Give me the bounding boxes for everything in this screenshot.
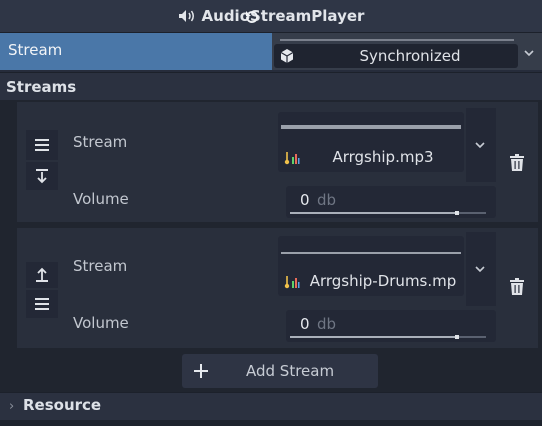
chevron-right-icon: › [9,399,15,414]
volume-slider-fill [290,212,457,214]
volume-label: Volume [73,190,129,208]
volume-unit: db [317,191,337,209]
arrow-up-icon[interactable] [26,262,58,288]
inspector-panel: AudioStreamPlayer Stream Synchronized St… [0,0,542,426]
volume-slider-fill [290,336,457,338]
add-stream-label: Add Stream [246,362,335,380]
trash-icon[interactable] [507,278,527,300]
streams-section-header: Streams [0,72,542,100]
arrow-down-icon[interactable] [26,162,58,190]
stream-property-label: Stream [0,33,272,70]
resource-section-header[interactable]: › Resource [0,392,542,420]
speaker-icon [178,9,196,23]
resource-dropdown-button[interactable] [466,232,496,306]
volume-slider-grabber[interactable] [454,335,459,339]
volume-value: 0 [300,315,310,333]
audio-file-icon [284,150,300,170]
waveform-preview [281,125,461,129]
add-stream-button[interactable]: Add Stream [182,354,378,388]
stream-resource-picker[interactable]: Arrgship.mp3 [278,112,464,172]
menu-icon[interactable] [26,130,58,160]
stream-resource-value: Synchronized [359,47,461,65]
plus-icon [192,362,210,384]
cube-icon [279,48,295,68]
volume-slider-grabber[interactable] [454,211,459,215]
chevron-down-icon [474,136,486,155]
trash-icon[interactable] [507,154,527,176]
chevron-down-icon[interactable] [523,44,535,63]
stream-label: Stream [73,133,128,151]
resource-section-title: Resource [23,396,102,414]
panel-bottom-edge [0,420,542,426]
volume-slider-track[interactable] [290,335,486,339]
volume-label: Volume [73,314,129,332]
volume-slider-track[interactable] [290,211,486,215]
stream-label: Stream [73,257,128,275]
resource-dropdown-button[interactable] [466,108,496,182]
volume-value: 0 [300,191,310,209]
streams-section-title: Streams [6,78,77,96]
chevron-down-icon [474,260,486,279]
audio-file-name: Arrgship-Drums.mp [309,272,457,290]
inspector-header: AudioStreamPlayer [0,0,542,33]
waveform-preview [281,252,461,254]
volume-field[interactable]: 0 db [286,310,496,342]
revert-icon[interactable] [244,9,260,29]
stream-resource-picker[interactable]: Synchronized [274,44,518,68]
volume-field[interactable]: 0 db [286,186,496,218]
menu-icon[interactable] [26,290,58,318]
audio-file-name: Arrgship.mp3 [332,148,434,166]
volume-unit: db [317,315,337,333]
audio-file-icon [284,274,300,294]
stream-resource-picker[interactable]: Arrgship-Drums.mp [278,236,464,296]
header-title: AudioStreamPlayer [201,7,365,25]
waveform-preview [280,39,514,41]
